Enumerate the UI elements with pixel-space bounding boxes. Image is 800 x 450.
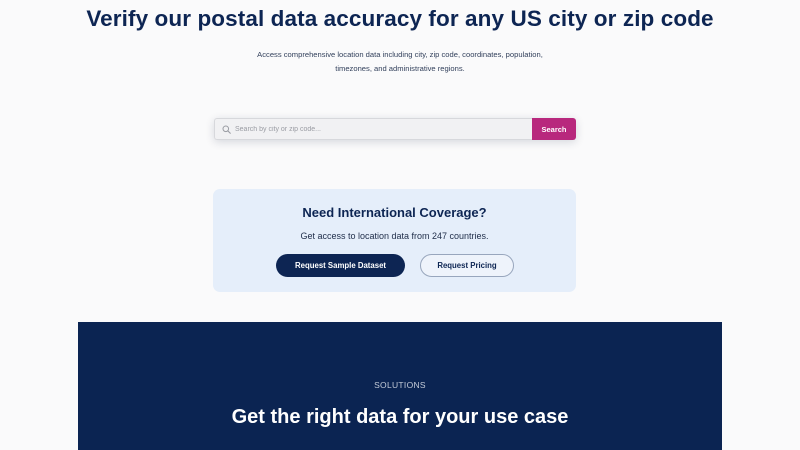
international-coverage-card: Need International Coverage? Get access …: [213, 189, 576, 292]
hero-description-line-2: timezones, and administrative regions.: [335, 64, 465, 73]
solutions-title: Get the right data for your use case: [231, 406, 569, 428]
international-coverage-title: Need International Coverage?: [302, 205, 487, 220]
page-title: Verify our postal data accuracy for any …: [86, 6, 714, 31]
solutions-section: SOLUTIONS Get the right data for your us…: [78, 322, 722, 450]
international-coverage-description: Get access to location data from 247 cou…: [300, 231, 489, 241]
hero-description: Access comprehensive location data inclu…: [200, 48, 600, 76]
page: Verify our postal data accuracy for any …: [0, 0, 800, 450]
search-button[interactable]: Search: [532, 118, 576, 140]
hero-description-line-1: Access comprehensive location data inclu…: [257, 50, 543, 59]
request-sample-dataset-button[interactable]: Request Sample Dataset: [276, 254, 405, 277]
search-field[interactable]: [214, 118, 532, 140]
search-bar: Search: [214, 118, 576, 140]
search-icon: [221, 124, 231, 134]
solutions-eyebrow: SOLUTIONS: [374, 380, 426, 390]
request-pricing-button[interactable]: Request Pricing: [420, 254, 514, 277]
search-input[interactable]: [235, 119, 532, 139]
